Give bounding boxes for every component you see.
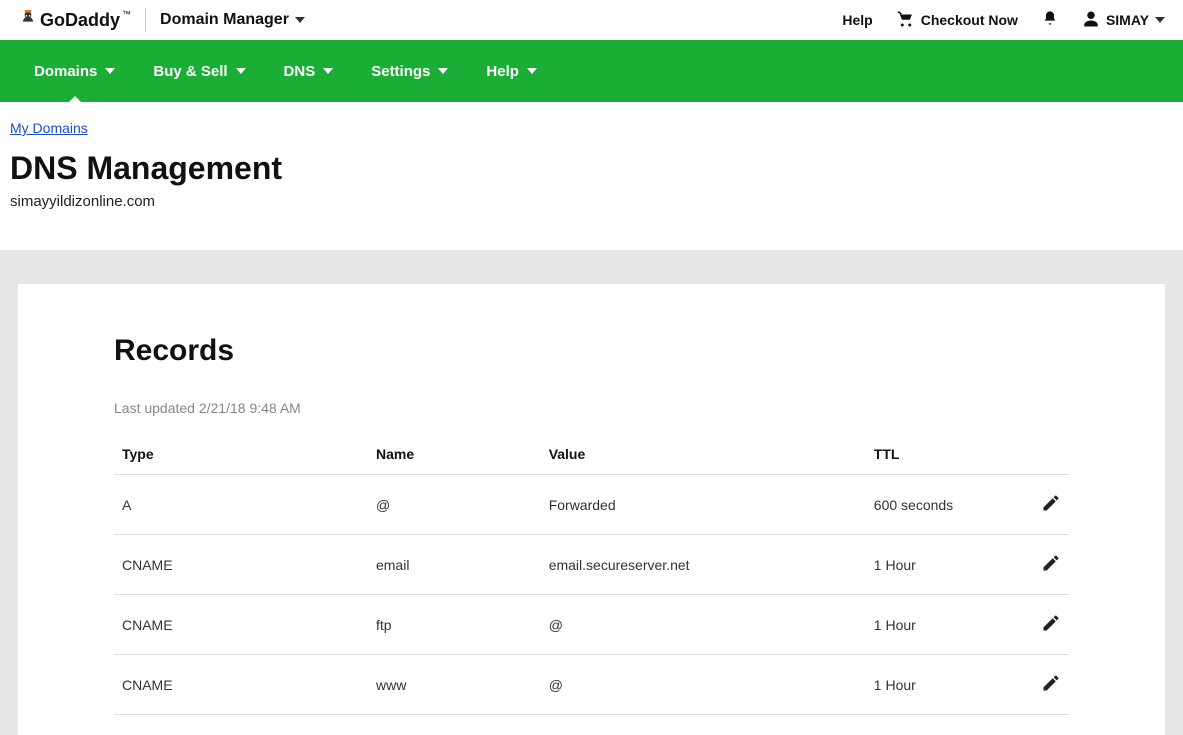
caret-down-icon [236,68,246,74]
table-row: A@Forwarded600 seconds [114,475,1069,535]
cell-actions [1028,475,1069,535]
notifications-bell-icon[interactable] [1042,10,1058,31]
edit-record-button[interactable] [1041,500,1061,516]
caret-down-icon [527,68,537,74]
table-row: CNAMEftp@1 Hour [114,595,1069,655]
nav-item-dns[interactable]: DNS [284,63,334,80]
table-row: CNAMEwww@1 Hour [114,655,1069,715]
records-section-title: Records [114,334,1069,368]
app-switcher[interactable]: Domain Manager [160,11,305,29]
cell-name: email [368,535,541,595]
pencil-icon [1041,613,1061,633]
edit-record-button[interactable] [1041,560,1061,576]
cell-ttl: 600 seconds [866,475,1029,535]
user-menu[interactable]: SIMAY [1082,10,1165,31]
cart-icon [897,10,915,31]
app-switcher-label: Domain Manager [160,11,289,29]
primary-nav: Domains Buy & Sell DNS Settings Help [0,40,1183,102]
cell-type: CNAME [114,535,368,595]
cell-actions [1028,595,1069,655]
caret-down-icon [438,68,448,74]
pencil-icon [1041,493,1061,513]
nav-item-label: Settings [371,63,430,80]
column-header-value[interactable]: Value [541,434,866,475]
column-header-ttl[interactable]: TTL [866,434,1029,475]
edit-record-button[interactable] [1041,620,1061,636]
dns-records-table: Type Name Value TTL A@Forwarded600 secon… [114,434,1069,715]
edit-record-button[interactable] [1041,680,1061,696]
nav-item-label: Help [486,63,519,80]
topbar-right: Help Checkout Now SIMAY [842,10,1165,31]
checkout-label: Checkout Now [921,12,1018,28]
last-updated-text: Last updated 2/21/18 9:48 AM [114,400,1069,416]
page-title: DNS Management [10,150,1173,187]
nav-item-help[interactable]: Help [486,63,537,80]
breadcrumb-my-domains[interactable]: My Domains [10,120,88,136]
cell-value: Forwarded [541,475,866,535]
cell-actions [1028,535,1069,595]
nav-item-domains[interactable]: Domains [34,63,115,80]
column-header-name[interactable]: Name [368,434,541,475]
nav-item-label: Buy & Sell [153,63,227,80]
top-bar: GoDaddy™ Domain Manager Help Checkout No… [0,0,1183,40]
column-header-actions [1028,434,1069,475]
caret-down-icon [105,68,115,74]
table-row: CNAMEemailemail.secureserver.net1 Hour [114,535,1069,595]
godaddy-logo[interactable]: GoDaddy™ [18,10,131,31]
pencil-icon [1041,553,1061,573]
pencil-icon [1041,673,1061,693]
page-header: My Domains DNS Management simayyildizonl… [0,102,1183,250]
cell-value: @ [541,655,866,715]
column-header-type[interactable]: Type [114,434,368,475]
records-card: Records Last updated 2/21/18 9:48 AM Typ… [18,284,1165,735]
cell-value: @ [541,595,866,655]
nav-item-label: Domains [34,63,97,80]
caret-down-icon [295,17,305,23]
nav-item-settings[interactable]: Settings [371,63,448,80]
help-link[interactable]: Help [842,12,872,28]
cell-actions [1028,655,1069,715]
cell-type: CNAME [114,655,368,715]
trademark-tm: ™ [122,9,131,19]
vertical-divider [145,8,146,32]
content-area: Records Last updated 2/21/18 9:48 AM Typ… [0,250,1183,735]
nav-item-label: DNS [284,63,316,80]
cell-name: www [368,655,541,715]
godaddy-head-icon [18,10,38,30]
logo-text: GoDaddy [40,10,120,31]
cell-name: ftp [368,595,541,655]
user-icon [1082,10,1100,31]
nav-item-buy-sell[interactable]: Buy & Sell [153,63,245,80]
cell-value: email.secureserver.net [541,535,866,595]
caret-down-icon [323,68,333,74]
cell-type: A [114,475,368,535]
cell-name: @ [368,475,541,535]
cell-type: CNAME [114,595,368,655]
cell-ttl: 1 Hour [866,655,1029,715]
username-label: SIMAY [1106,12,1149,28]
domain-name: simayyildizonline.com [10,193,1173,210]
cell-ttl: 1 Hour [866,535,1029,595]
caret-down-icon [1155,17,1165,23]
cell-ttl: 1 Hour [866,595,1029,655]
checkout-link[interactable]: Checkout Now [897,10,1018,31]
topbar-left: GoDaddy™ Domain Manager [18,8,305,32]
